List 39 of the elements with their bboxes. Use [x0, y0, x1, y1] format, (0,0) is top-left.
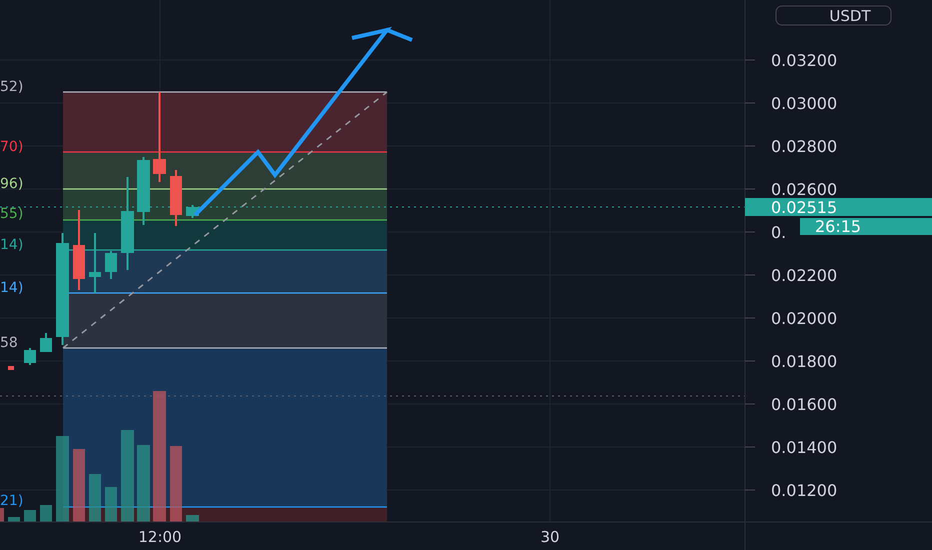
price-axis-label: 0.01200 — [771, 481, 838, 500]
fib-level-label: 14) — [0, 280, 24, 296]
time-axis-label: 12:00 — [138, 528, 182, 546]
time-axis-label: 30 — [540, 528, 560, 546]
fib-level-label: 21) — [0, 493, 24, 509]
last-price-text: 0.02515 — [771, 198, 838, 217]
volume-bar — [8, 517, 20, 522]
candle — [137, 157, 150, 225]
fib-level-label: 52) — [0, 79, 24, 95]
fib-level-label: 14) — [0, 237, 24, 253]
price-axis-label: 0.01600 — [771, 395, 838, 414]
candle — [8, 366, 14, 370]
price-axis-label: 0.02800 — [771, 137, 838, 156]
fib-level-label: 55) — [0, 206, 24, 222]
volume-bar — [89, 474, 101, 522]
volume-bar — [40, 505, 52, 522]
price-axis-label: 0.02600 — [771, 180, 838, 199]
candle — [186, 205, 199, 218]
price-axis-label: 0.03000 — [771, 94, 838, 113]
volume-bar — [24, 510, 36, 522]
countdown-text: 26:15 — [815, 217, 862, 236]
price-axis-label: 0.01400 — [771, 438, 838, 457]
price-axis-label: 0. — [771, 223, 786, 242]
fib-level-label: 70) — [0, 139, 24, 155]
price-axis-label: 0.02200 — [771, 266, 838, 285]
candle — [105, 251, 117, 279]
candle — [40, 333, 52, 352]
price-axis-label: 0.02000 — [771, 309, 838, 328]
volume-bar — [105, 487, 117, 522]
candle — [24, 348, 36, 365]
fib-level-label: 96) — [0, 176, 24, 192]
currency-label[interactable]: USDT — [829, 7, 871, 25]
candle — [89, 233, 101, 293]
price-axis-label: 0.01800 — [771, 352, 838, 371]
candle — [170, 170, 182, 226]
price-axis-label: 0.03200 — [771, 51, 838, 70]
volume-bar — [0, 508, 4, 522]
volume-bar — [186, 515, 199, 522]
fib-level-label: 58 — [0, 335, 18, 351]
